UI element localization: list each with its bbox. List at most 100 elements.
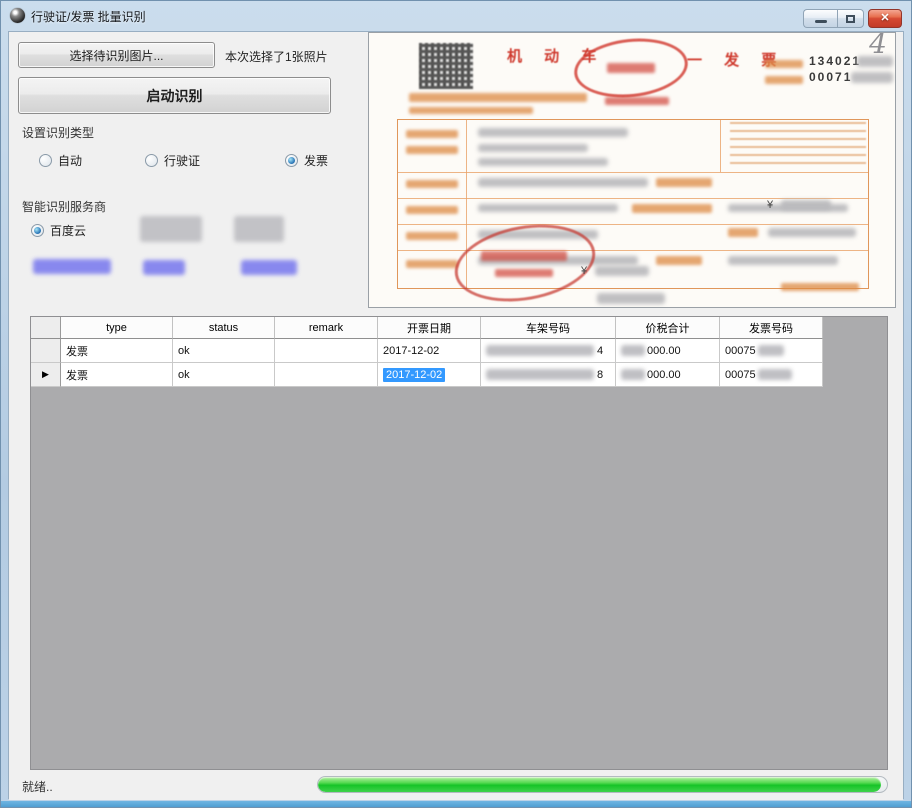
blurred-text-line xyxy=(409,93,587,102)
handwritten-note: 4 xyxy=(869,32,887,60)
radio-invoice[interactable]: 发票 xyxy=(285,152,328,169)
radio-auto-icon[interactable] xyxy=(39,154,52,167)
progress-fill xyxy=(318,777,881,792)
radio-auto-label: 自动 xyxy=(58,152,82,169)
cell-type[interactable]: 发票 xyxy=(61,363,173,387)
blurred-link[interactable] xyxy=(33,259,111,274)
select-images-button[interactable]: 选择待识别图片... xyxy=(18,42,215,68)
invoice-code-value: 134021 xyxy=(809,54,861,68)
invoice-no-prefix: 00075 xyxy=(725,345,756,357)
radio-driving-license[interactable]: 行驶证 xyxy=(145,152,200,169)
title-bar[interactable]: 行驶证/发票 批量识别 ✕ xyxy=(1,1,911,31)
column-header-type[interactable]: type xyxy=(61,317,173,339)
blurred-vin xyxy=(486,345,594,356)
vin-suffix: 4 xyxy=(597,345,603,357)
start-recognition-button[interactable]: 启动识别 xyxy=(18,77,331,114)
blurred-invoice-no-suffix xyxy=(758,369,792,380)
radio-driving-license-label: 行驶证 xyxy=(164,152,200,169)
minimize-icon xyxy=(815,20,827,23)
invoice-number-value: 00071 xyxy=(809,70,852,84)
cell-amount[interactable]: 000.00 xyxy=(616,363,720,387)
selection-info-label: 本次选择了1张照片 xyxy=(225,48,328,65)
qr-code xyxy=(419,43,473,89)
cell-remark[interactable] xyxy=(275,363,378,387)
invoice-preview: 机 动 车 一 发 票 134021 00071 4 xyxy=(368,32,896,308)
invoice-no-prefix: 00075 xyxy=(725,369,756,381)
close-icon: ✕ xyxy=(880,13,889,24)
radio-baidu-cloud-icon[interactable] xyxy=(31,224,44,237)
radio-baidu-cloud-label: 百度云 xyxy=(50,222,86,239)
cell-vin[interactable]: 4 xyxy=(481,339,616,363)
cell-vin[interactable]: 8 xyxy=(481,363,616,387)
table-header-row: type status remark 开票日期 车架号码 价税合计 发票号码 xyxy=(31,317,887,339)
blurred-stamp-text xyxy=(495,269,553,277)
currency-symbol: ¥ xyxy=(767,199,773,211)
blurred-password-area xyxy=(730,122,866,170)
radio-driving-license-icon[interactable] xyxy=(145,154,158,167)
cell-date[interactable]: 2017-12-02 xyxy=(378,339,481,363)
progress-bar xyxy=(317,776,888,793)
selected-date-value[interactable]: 2017-12-02 xyxy=(383,368,445,382)
blurred-amount xyxy=(781,200,831,210)
row-header-current[interactable]: ▶ xyxy=(31,363,61,387)
blurred-digits xyxy=(851,72,893,83)
status-bar: 就绪.. xyxy=(9,770,903,800)
column-header-remark[interactable]: remark xyxy=(275,317,378,339)
maximize-button[interactable] xyxy=(837,9,864,28)
radio-baidu-cloud[interactable]: 百度云 xyxy=(31,222,86,239)
column-header-date[interactable]: 开票日期 xyxy=(378,317,481,339)
blurred-text-line xyxy=(781,283,859,291)
cell-status[interactable]: ok xyxy=(173,363,275,387)
column-header-vin[interactable]: 车架号码 xyxy=(481,317,616,339)
row-header[interactable] xyxy=(31,339,61,363)
blurred-amount-prefix xyxy=(621,369,645,380)
status-text: 就绪.. xyxy=(22,778,53,795)
cell-remark[interactable] xyxy=(275,339,378,363)
blurred-text-line xyxy=(605,97,669,105)
blurred-text-line xyxy=(597,293,665,304)
blurred-label xyxy=(765,60,803,68)
current-row-arrow-icon: ▶ xyxy=(42,369,49,380)
blurred-vin xyxy=(486,369,594,380)
cell-type[interactable]: 发票 xyxy=(61,339,173,363)
provider-group-label: 智能识别服务商 xyxy=(22,198,106,215)
blurred-provider-option xyxy=(234,216,284,242)
cell-status[interactable]: ok xyxy=(173,339,275,363)
blurred-link[interactable] xyxy=(241,260,297,275)
blurred-stamp-text xyxy=(481,251,567,261)
currency-symbol: ¥ xyxy=(581,265,587,277)
amount-suffix: 000.00 xyxy=(647,369,681,381)
blurred-stamp-text xyxy=(607,63,655,73)
blurred-label xyxy=(765,76,803,84)
recognition-type-label: 设置识别类型 xyxy=(22,124,94,141)
window-bottom-edge xyxy=(1,801,911,807)
results-table[interactable]: type status remark 开票日期 车架号码 价税合计 发票号码 发… xyxy=(30,316,888,770)
app-window: 行驶证/发票 批量识别 ✕ 选择待识别图片... 本次选择了1张照片 启动识别 … xyxy=(0,0,912,808)
column-header-status[interactable]: status xyxy=(173,317,275,339)
radio-invoice-label: 发票 xyxy=(304,152,328,169)
radio-auto[interactable]: 自动 xyxy=(39,152,82,169)
radio-invoice-icon[interactable] xyxy=(285,154,298,167)
row-header-corner xyxy=(31,317,61,339)
blurred-link[interactable] xyxy=(143,260,185,275)
maximize-icon xyxy=(846,15,855,23)
minimize-button[interactable] xyxy=(803,9,837,28)
blurred-invoice-no-suffix xyxy=(758,345,784,356)
vin-suffix: 8 xyxy=(597,369,603,381)
table-row[interactable]: 发票 ok 2017-12-02 4 000.00 00075 xyxy=(31,339,887,363)
close-button[interactable]: ✕ xyxy=(868,9,902,28)
column-header-amount[interactable]: 价税合计 xyxy=(616,317,720,339)
window-title: 行驶证/发票 批量识别 xyxy=(31,8,146,25)
column-header-invoice-no[interactable]: 发票号码 xyxy=(720,317,823,339)
cell-invoice-no[interactable]: 00075 xyxy=(720,339,823,363)
cell-amount[interactable]: 000.00 xyxy=(616,339,720,363)
blurred-text-line xyxy=(409,107,533,114)
client-area: 选择待识别图片... 本次选择了1张照片 启动识别 设置识别类型 自动 行驶证 … xyxy=(8,31,904,799)
blurred-amount xyxy=(595,266,649,276)
blurred-provider-option xyxy=(140,216,202,242)
cell-invoice-no[interactable]: 00075 xyxy=(720,363,823,387)
blurred-amount-prefix xyxy=(621,345,645,356)
cell-date-selected[interactable]: 2017-12-02 xyxy=(378,363,481,387)
table-row-selected[interactable]: ▶ 发票 ok 2017-12-02 8 000.00 00075 xyxy=(31,363,887,387)
app-icon xyxy=(10,8,25,23)
